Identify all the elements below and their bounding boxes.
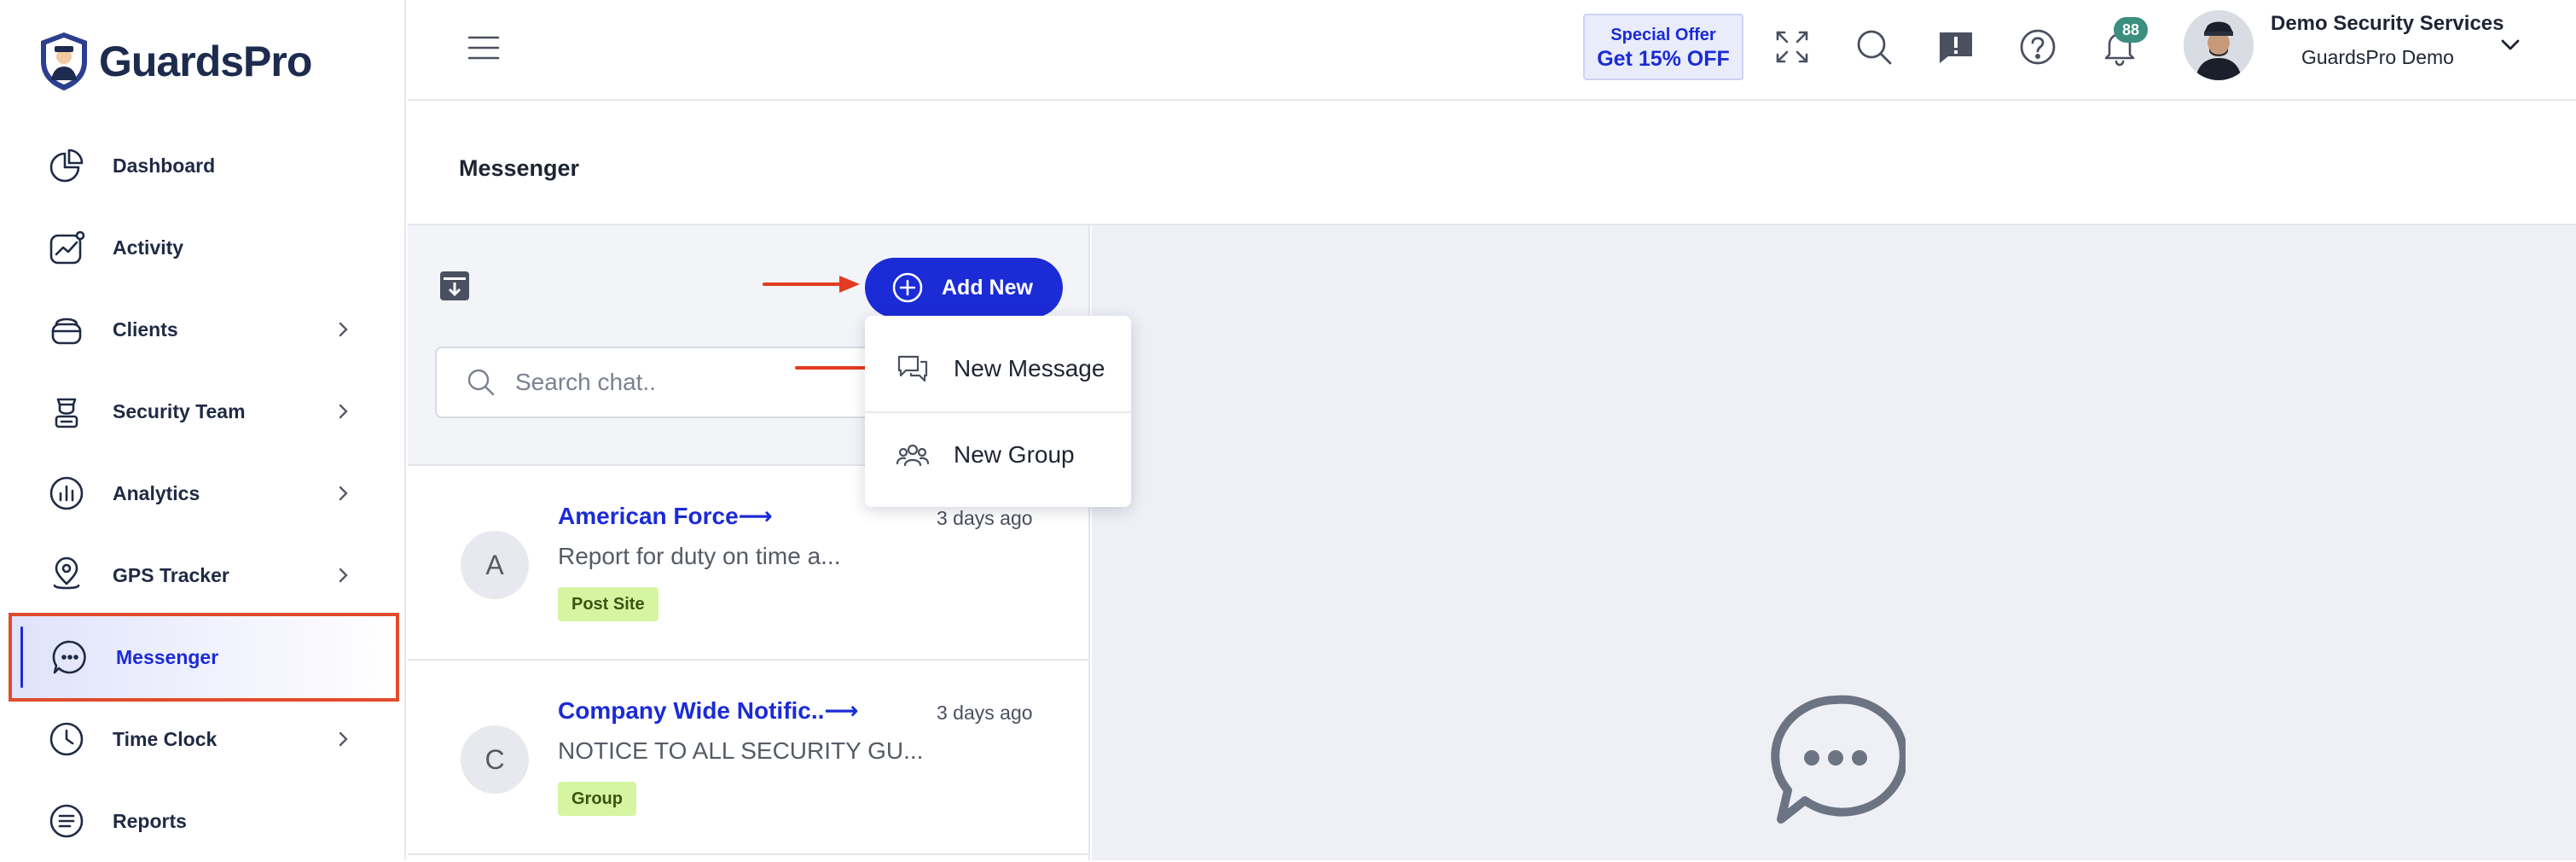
chat-avatar: A [461, 531, 529, 599]
chat-timestamp: 3 days ago [937, 702, 1033, 724]
chevron-right-icon [339, 404, 348, 419]
guard-icon [48, 393, 85, 430]
map-pin-icon [48, 556, 85, 594]
conversation-area [1092, 225, 2576, 860]
sidebar-item-label: Time Clock [113, 727, 218, 750]
chevron-right-icon [339, 486, 348, 501]
sidebar-nav: Dashboard Activity Clients Security Team [0, 125, 406, 862]
sidebar-item-security-team[interactable]: Security Team [0, 370, 406, 452]
chat-preview: NOTICE TO ALL SECURITY GU... [558, 737, 924, 764]
new-message-icon [897, 355, 928, 382]
page-title: Messenger [459, 155, 580, 181]
chat-type-badge: Post Site [558, 587, 659, 621]
hamburger-menu-icon[interactable] [467, 34, 500, 61]
add-new-dropdown-menu: New Message New Group [865, 316, 1131, 507]
add-new-label: Add New [942, 275, 1033, 300]
activity-icon [48, 229, 85, 266]
help-icon[interactable] [2018, 27, 2057, 67]
chevron-right-icon [339, 568, 348, 583]
archive-icon[interactable] [438, 270, 471, 302]
offer-discount: Get 15% OFF [1597, 47, 1730, 71]
sidebar-item-label: Activity [113, 236, 184, 259]
chat-type-badge: Group [558, 782, 636, 816]
sidebar-item-label: GPS Tracker [113, 563, 229, 586]
top-header: Special Offer Get 15% OFF 88 Demo Securi… [408, 0, 2576, 101]
sidebar-item-gps-tracker[interactable]: GPS Tracker [0, 534, 406, 616]
search-icon[interactable] [1854, 27, 1894, 67]
page-title-bar: Messenger [408, 102, 2576, 225]
fullscreen-icon[interactable] [1772, 27, 1812, 67]
analytics-icon [48, 475, 85, 512]
group-icon [896, 444, 930, 467]
guard-shield-logo-icon [41, 32, 87, 90]
annotation-arrow-add-new [763, 276, 860, 293]
avatar[interactable] [2184, 10, 2254, 80]
chevron-right-icon [339, 322, 348, 337]
sidebar-item-label: Dashboard [113, 154, 216, 177]
sidebar-item-label: Reports [113, 809, 187, 832]
chat-bubble-icon [1771, 695, 1906, 824]
plus-circle-icon [892, 272, 923, 303]
feedback-alert-icon[interactable] [1936, 27, 1976, 67]
add-new-button[interactable]: Add New [865, 258, 1063, 317]
sidebar-item-time-clock[interactable]: Time Clock [0, 698, 406, 780]
notification-count-badge: 88 [2114, 17, 2148, 43]
sidebar-item-analytics[interactable]: Analytics [0, 452, 406, 534]
sidebar-item-label: Security Team [113, 399, 246, 422]
sidebar-item-activity[interactable]: Activity [0, 207, 406, 288]
app-name: GuardsPro [99, 38, 312, 85]
user-name: GuardsPro Demo [2301, 46, 2454, 68]
chat-name[interactable]: American Force⟶ [558, 502, 773, 530]
sidebar-item-label: Clients [113, 317, 178, 341]
pie-chart-icon [48, 147, 85, 184]
chat-list-item[interactable]: C Company Wide Notific..⟶ 3 days ago NOT… [408, 661, 1088, 855]
chat-timestamp: 3 days ago [937, 507, 1033, 529]
sidebar-item-reports[interactable]: Reports [0, 780, 406, 862]
clock-icon [48, 720, 85, 758]
sidebar: GuardsPro Dashboard Activity Clients Sec… [0, 0, 406, 860]
chat-name[interactable]: Company Wide Notific..⟶ [558, 696, 859, 725]
clients-icon [48, 311, 85, 348]
sidebar-item-messenger[interactable]: Messenger [9, 613, 399, 702]
search-icon [467, 369, 495, 396]
special-offer-button[interactable]: Special Offer Get 15% OFF [1583, 14, 1743, 80]
user-company: Demo Security Services [2271, 12, 2504, 35]
reports-icon [48, 802, 85, 840]
menu-item-new-group[interactable]: New Group [865, 411, 1131, 497]
sidebar-item-clients[interactable]: Clients [0, 288, 406, 370]
menu-item-label: New Message [954, 355, 1105, 381]
offer-title: Special Offer [1610, 26, 1716, 44]
chat-icon [51, 638, 89, 676]
sidebar-item-label: Analytics [113, 481, 200, 504]
menu-item-new-message[interactable]: New Message [865, 326, 1131, 411]
chat-preview: Report for duty on time a... [558, 543, 841, 569]
sidebar-item-label: Messenger [116, 645, 219, 668]
sidebar-item-dashboard[interactable]: Dashboard [0, 125, 406, 207]
chevron-right-icon [339, 731, 348, 747]
menu-item-label: New Group [954, 441, 1075, 468]
chat-avatar: C [461, 725, 529, 794]
logo[interactable]: GuardsPro [38, 31, 312, 92]
chevron-down-icon[interactable] [2498, 34, 2523, 55]
